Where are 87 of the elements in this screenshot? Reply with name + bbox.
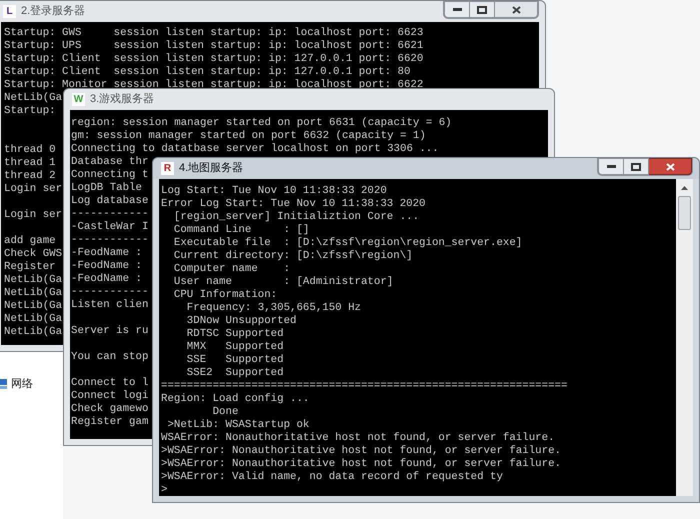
console-line: Startup: UPS session listen startup: ip: localhost port: 6621 [4,40,424,52]
console-line: >WSAError: Nonauthoritative host not found, or server failure. [161,445,561,457]
console-line: -FeodName : [71,247,142,259]
console-line: MMX Supported [186,341,284,353]
console-line: SSE Supported [186,354,284,366]
minimize-icon [606,165,616,168]
console-line: >WSAError: Valid name, no data record of requested ty [161,471,503,483]
window-title: 4.地图服务器 [179,161,244,176]
console-line: Startup: Client session listen startup: ip: 127.0.0.1 port: 6620 [4,53,424,65]
console-line: ------------ [71,234,148,246]
console-line: thread 0 [4,144,56,156]
console-line: NetLib(Ga [4,326,62,338]
scrollbar[interactable] [676,179,693,496]
desktop-icon-label[interactable]: 网络 [11,376,33,392]
console-line: >WSAError: Nonauthoritative host not found, or server failure. [161,458,561,470]
maximize-icon [477,6,487,14]
console-line: Startup: GWS session listen startup: ip: localhost port: 6623 [4,27,424,39]
console-line: Server is ru [71,325,148,337]
console-line: -FeodName : [71,273,142,285]
console-line: CPU Information: [172,289,278,301]
console-line: Computer name : [172,263,290,275]
close-icon [512,6,520,14]
console-line: thread 1 [4,157,56,169]
console-line: Done [212,406,238,418]
console-line: Check GWS [4,248,62,260]
window-title: 2.登录服务器 [21,4,86,20]
console-line: NetLib(Ga [4,287,62,299]
minimize-button[interactable] [598,158,624,175]
minimize-button[interactable] [444,1,470,18]
app-logo: W [72,93,85,106]
console-line: Current directory: [D:\zfssf\region\] [172,250,413,262]
console-line: Command Line : [] [172,224,310,236]
scrollbar-thumb[interactable] [678,196,691,230]
close-button[interactable] [649,158,692,175]
console-line: You can stop [71,351,148,363]
console-line: Connecting to datatbase server localhost on port 3306 ... [71,143,439,155]
console-line: Log Start: Tue Nov 10 11:38:33 2020 [161,185,387,197]
app-logo: L [3,5,16,18]
console-line: [region_server] Initializtion Core ... [172,211,420,223]
console-line: WSAError: Nonauthoritative host not found, or server failure. [161,432,555,444]
console-line: Connect to l [71,377,148,389]
console-line: Executable file : [D:\zfssf\region\region_server.exe] [172,237,522,249]
maximize-icon [631,162,641,170]
console-line: Error Log Start: Tue Nov 10 11:38:33 2020 [161,198,426,210]
console-line: > [161,484,168,496]
console-line: User name : [Administrator] [172,276,394,288]
console-line: Database thr [71,156,148,168]
console-line: Region: Load config ... [161,393,310,405]
console-line: NetLib(Ga [4,300,62,312]
console-line: LogDB Table [71,182,142,194]
console-line: NetLib(Ga [4,92,62,104]
console-line: add game [4,235,56,247]
console-line: Connecting t [71,169,148,181]
close-icon [666,162,674,170]
console-line: RDTSC Supported [186,328,284,340]
console-line: NetLib(Ga [4,313,62,325]
console-line: Login ser [4,209,62,221]
console-line: region: session manager started on port 6631 (capacity = 6) [71,117,452,129]
console-line: Check gamewo [71,403,148,415]
scroll-up-icon [681,186,688,190]
console-line: Register gam [71,416,148,428]
maximize-button[interactable] [624,158,649,175]
console-line: >NetLib: WSAStartup ok [166,419,310,431]
console-line: 3DNow Unsupported [186,315,296,327]
console-line: thread 2 [4,170,56,182]
console-line: Register [4,261,56,273]
console-line: -FeodName : [71,260,142,272]
minimize-icon [452,8,462,11]
console-line: Connect logi [71,390,148,402]
console-line: Startup: Client session listen startup: ip: 127.0.0.1 port: 80 [4,66,410,78]
app-logo: R [161,162,174,175]
console-line: SSE2 Supported [186,367,284,379]
maximize-button[interactable] [470,1,495,18]
console-line: NetLib(Ga [4,274,62,286]
window-title: 3.游戏服务器 [90,92,154,108]
console-line: ------------ [71,208,148,220]
console-line: Login ser [4,183,62,195]
console-line: -CastleWar I [71,221,148,233]
console-line: Startup: Monitor session listen startup: ip: localhost port: 6622 [4,79,424,91]
console-line: gm: session manager started on port 6632 (capacity = 1) [71,130,426,142]
console-line: =============================================================== [161,380,568,392]
console-line: ------------ [71,286,148,298]
console-line: Startup: [4,105,56,117]
close-button[interactable] [495,1,538,18]
console-line: Log database [71,195,148,207]
console-line: Frequency: 3,305,665,150 Hz [186,302,361,314]
console-line: Listen clien [71,299,148,311]
